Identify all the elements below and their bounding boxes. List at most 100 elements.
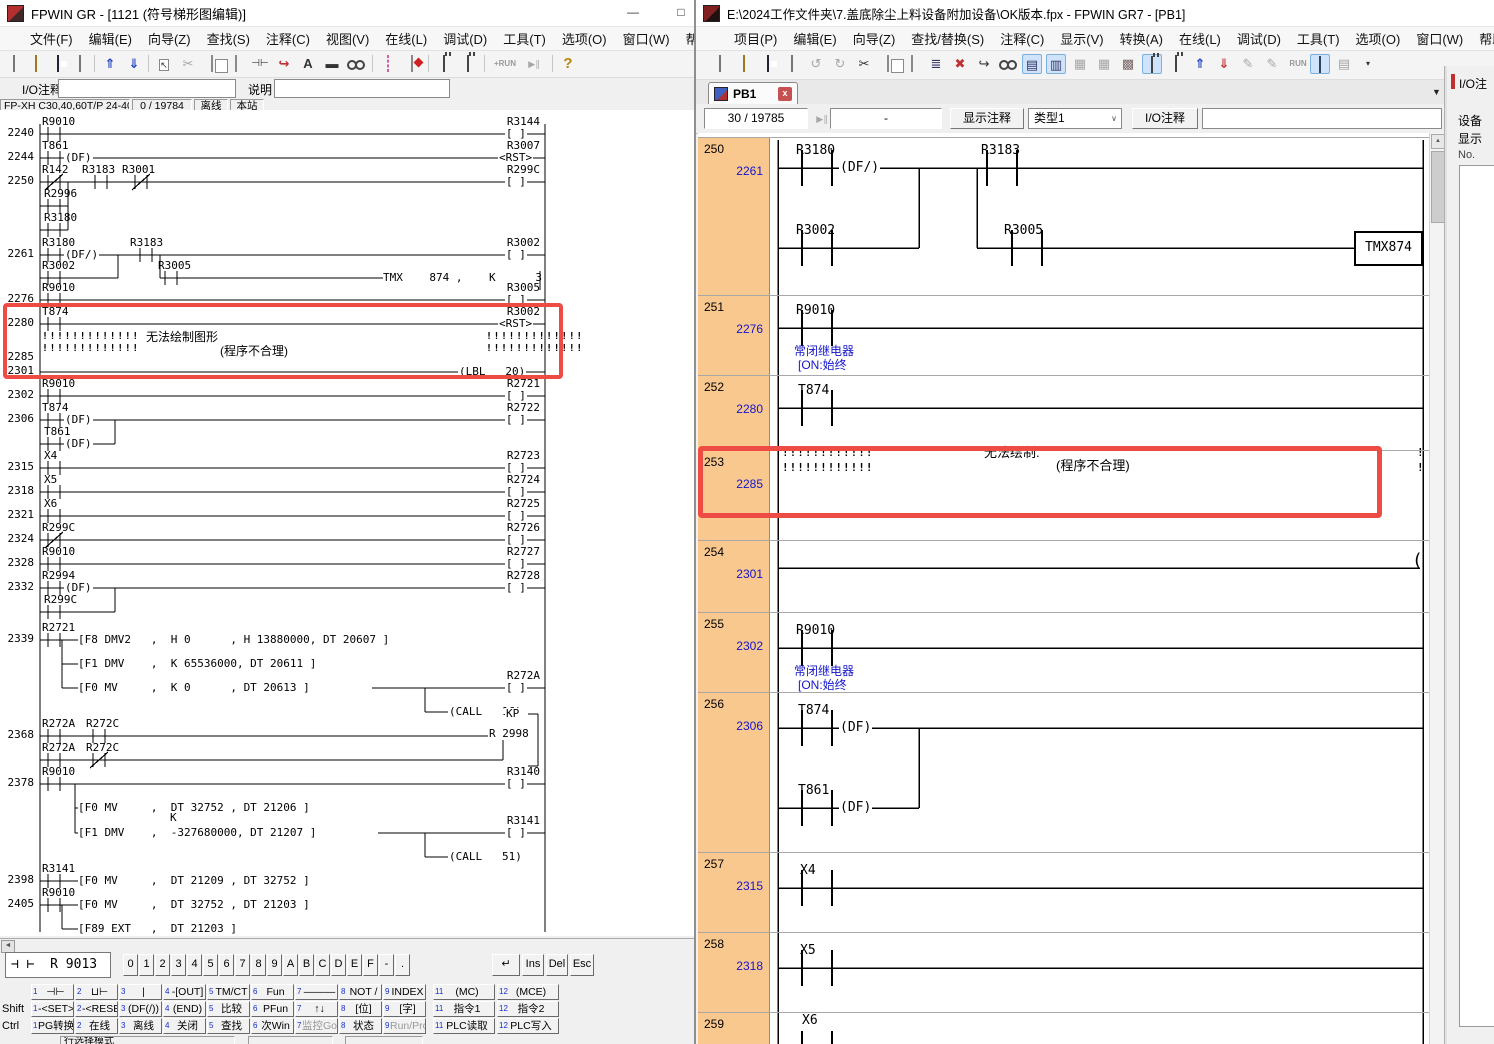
save-icon[interactable]	[48, 54, 68, 74]
fn-key-button[interactable]: 8[位]	[339, 1001, 382, 1017]
fn-key-button[interactable]: 4(END)	[163, 1001, 206, 1017]
menu-item[interactable]: 窗口(W)	[615, 26, 678, 51]
key-button[interactable]: .	[395, 954, 410, 976]
copy-icon[interactable]	[878, 54, 898, 74]
rung-header[interactable]: 2512276	[698, 296, 770, 375]
panel-list[interactable]	[1459, 165, 1494, 1027]
ladder-view[interactable]: TMX874 R3180R3183(DF/)R3002R3005R9010常闭继…	[698, 133, 1429, 1044]
fn-key-button[interactable]: 7———	[295, 984, 338, 1000]
title-bar[interactable]: FPWIN GR - [1121 (符号梯形图编辑)] — □	[0, 0, 694, 27]
run-prog-toggle-icon[interactable]: ▶∥	[524, 54, 544, 74]
toolbar-overflow-icon[interactable]: ▾	[1358, 54, 1378, 74]
rung-header[interactable]: 259	[698, 1013, 770, 1044]
title-bar[interactable]: E:\2024工作文件夹\7.盖底除尘上料设备附加设备\OK版本.fpx - F…	[696, 0, 1494, 27]
rung-header[interactable]: 2572315	[698, 853, 770, 932]
tab-pb1[interactable]: PB1 x	[708, 82, 798, 104]
fn-key-button[interactable]: 12PLC写入	[497, 1018, 559, 1034]
offline-icon[interactable]	[458, 54, 478, 74]
menu-item[interactable]: 窗口(W)	[1408, 26, 1471, 51]
online-icon[interactable]	[1142, 54, 1162, 74]
key-button[interactable]: 7	[235, 954, 250, 976]
rung-header[interactable]: 2502261	[698, 138, 770, 295]
fn-key-button[interactable]: 7↑↓	[295, 1001, 338, 1017]
menu-item[interactable]: 在线(L)	[1171, 26, 1229, 51]
online-icon[interactable]	[434, 54, 454, 74]
paste-icon[interactable]	[226, 54, 246, 74]
menu-item[interactable]: 视图(V)	[318, 26, 377, 51]
edit-online-icon[interactable]: ✎	[1262, 54, 1282, 74]
menu-item[interactable]: 选项(O)	[1348, 26, 1409, 51]
key-button[interactable]: -	[379, 954, 394, 976]
upload-icon[interactable]: ⇑	[1190, 54, 1210, 74]
text-comment-icon[interactable]: A	[298, 54, 318, 74]
block-icon[interactable]: ▬	[322, 54, 342, 74]
fn-key-button[interactable]: 6PFun	[251, 1001, 294, 1017]
print-icon[interactable]	[782, 54, 802, 74]
grid-select-icon[interactable]	[378, 54, 398, 74]
fn-key-button[interactable]: 8状态	[339, 1018, 382, 1034]
menu-item[interactable]: 注释(C)	[992, 26, 1052, 51]
run-mode-icon[interactable]: RUN	[1286, 54, 1310, 74]
fn-key-button[interactable]: 2在线	[75, 1018, 118, 1034]
menu-item[interactable]: 帮助(H)	[1471, 26, 1494, 51]
key-button[interactable]: 3	[171, 954, 186, 976]
rung-header[interactable]: 2522280	[698, 376, 770, 450]
fn-key-button[interactable]: 5TM/CT	[207, 984, 250, 1000]
grid-monitor-icon[interactable]: ▦	[1094, 54, 1114, 74]
menu-item[interactable]: 选项(O)	[554, 26, 615, 51]
edit-comment-icon[interactable]: ▥	[1046, 54, 1066, 74]
scroll-up-icon[interactable]: ▲	[1431, 134, 1445, 149]
download-icon[interactable]: ⇓	[1214, 54, 1234, 74]
open-file-icon[interactable]	[734, 54, 754, 74]
fn-key-button[interactable]: 12指令2	[497, 1001, 559, 1017]
comment-type-select[interactable]: 类型1∨	[1028, 108, 1122, 129]
menu-item[interactable]: 在线(L)	[377, 26, 435, 51]
fn-key-button[interactable]: 5比较	[207, 1001, 250, 1017]
find-icon[interactable]	[998, 54, 1018, 74]
grid-icon[interactable]: ▦	[1070, 54, 1090, 74]
menu-item[interactable]: 编辑(E)	[785, 26, 844, 51]
convert-icon[interactable]: ▩	[1118, 54, 1138, 74]
fn-key-button[interactable]: 11指令1	[433, 1001, 495, 1017]
show-comment-icon[interactable]: ▤	[1022, 54, 1042, 74]
menu-item[interactable]: 帮助(H)	[678, 26, 694, 51]
fn-key-button[interactable]: 3离线	[119, 1018, 162, 1034]
io-comment-button[interactable]: I/O注释	[1132, 108, 1198, 129]
fn-key-button[interactable]: 4-[OUT]	[163, 984, 206, 1000]
show-comment-button[interactable]: 显示注释	[950, 108, 1024, 129]
fn-key-button[interactable]: 1⊣⊢	[31, 984, 74, 1000]
menu-item[interactable]: 调试(D)	[1229, 26, 1289, 51]
jump-icon[interactable]: ↪	[274, 54, 294, 74]
edit-program-icon[interactable]: ✎	[1238, 54, 1258, 74]
paste-icon[interactable]	[902, 54, 922, 74]
fn-key-button[interactable]: 11PLC读取	[433, 1018, 495, 1034]
key-button[interactable]: A	[283, 954, 298, 976]
key-button[interactable]: 0	[123, 954, 138, 976]
contact-symbols-icon[interactable]: ⊣⊢	[250, 54, 270, 74]
fn-key-button[interactable]: 11(MC)	[433, 984, 495, 1000]
minimize-button[interactable]: —	[624, 3, 642, 21]
fn-key-button[interactable]: 3(DF(/))	[119, 1001, 162, 1017]
rung-header[interactable]: 2552302	[698, 613, 770, 692]
menu-item[interactable]: 查找/替换(S)	[903, 26, 992, 51]
save-icon[interactable]	[758, 54, 778, 74]
fn-key-button[interactable]: 7监控Go	[295, 1018, 338, 1034]
rung-header[interactable]: 2562306	[698, 693, 770, 852]
io-comment-input[interactable]	[1202, 108, 1442, 129]
copy-icon[interactable]	[202, 54, 222, 74]
description-input[interactable]	[274, 79, 450, 98]
key-button[interactable]: C	[315, 954, 330, 976]
panel-item-display[interactable]: 显示	[1458, 130, 1482, 147]
new-file-icon[interactable]	[4, 54, 24, 74]
find-icon[interactable]	[346, 54, 366, 74]
key-button[interactable]: 9	[267, 954, 282, 976]
key-button[interactable]: E	[347, 954, 362, 976]
edit-key-button[interactable]: ↵	[492, 954, 520, 976]
undo-icon[interactable]: ↺	[806, 54, 826, 74]
tab-close-icon[interactable]: x	[778, 87, 792, 101]
menu-item[interactable]: 转换(A)	[1112, 26, 1171, 51]
page-down-icon[interactable]: ⇓	[124, 54, 144, 74]
new-file-icon[interactable]	[710, 54, 730, 74]
tab-list-chevron-icon[interactable]: ▼	[1432, 87, 1441, 97]
edit-key-button[interactable]: Esc	[570, 954, 594, 976]
